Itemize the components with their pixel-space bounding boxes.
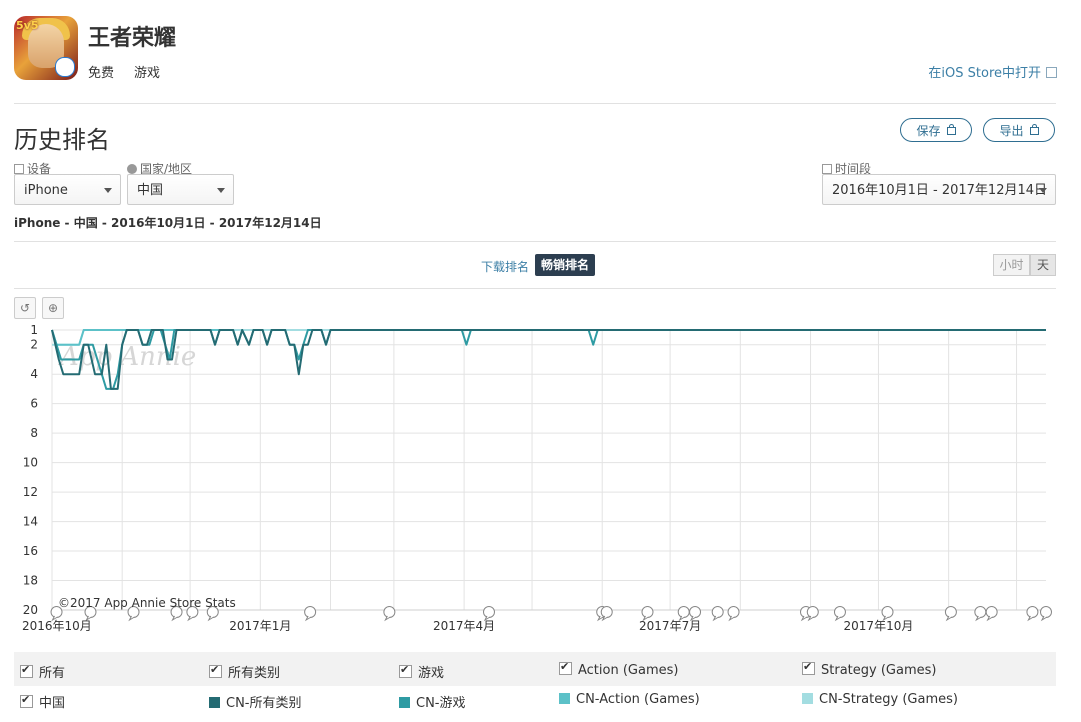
- legend-strategy-label: Strategy (Games): [821, 663, 937, 678]
- series-cn-games-label: CN-游戏: [416, 696, 466, 711]
- legend-games-label: 游戏: [418, 666, 445, 681]
- legend-country-label: 中国: [39, 696, 66, 711]
- event-marker-icon[interactable]: [833, 606, 846, 622]
- legend-action[interactable]: Action (Games): [559, 660, 679, 678]
- swatch-all-categories: [209, 697, 220, 708]
- marker-bubble: [641, 606, 654, 618]
- event-marker-icon[interactable]: [711, 606, 724, 622]
- y-tick-label: 20: [23, 603, 38, 617]
- series-cn-strategy-label: CN-Strategy (Games): [819, 692, 958, 707]
- series-line-1: [51, 329, 1046, 390]
- legend-action-label: Action (Games): [578, 663, 679, 678]
- y-tick-label: 12: [23, 485, 38, 499]
- checkbox-icon[interactable]: [399, 663, 412, 678]
- x-tick-label: 2017年1月: [229, 619, 291, 633]
- y-tick-label: 8: [30, 426, 38, 440]
- checkbox-icon[interactable]: [20, 693, 33, 708]
- rank-chart[interactable]: App Annie 12 4 6 8 10 12 14 16 18 20 2016年10月 2017…: [0, 0, 1081, 650]
- x-tick-label: 2017年7月: [639, 619, 701, 633]
- event-marker-icon[interactable]: [974, 606, 987, 622]
- checkbox-icon[interactable]: [209, 663, 222, 678]
- legend-games[interactable]: 游戏: [399, 662, 444, 681]
- chart-grid: [51, 329, 1046, 611]
- marker-bubble: [689, 606, 702, 618]
- event-marker-icon[interactable]: [304, 606, 317, 622]
- series-cn-all-categories[interactable]: CN-所有类别: [209, 692, 302, 711]
- legend-all-categories-label: 所有类别: [228, 666, 281, 681]
- y-tick-label: 2: [30, 338, 38, 352]
- y-tick-label: 6: [30, 397, 38, 411]
- y-tick-label: 16: [23, 544, 38, 558]
- marker-bubble: [711, 606, 724, 618]
- event-marker-icon[interactable]: [881, 606, 894, 622]
- chart-credit: ©2017 App Annie Store Stats: [58, 596, 236, 610]
- event-marker-icon[interactable]: [985, 606, 998, 622]
- checkbox-icon[interactable]: [559, 660, 572, 675]
- marker-bubble: [304, 606, 317, 618]
- y-tick-label: 14: [23, 515, 38, 529]
- event-marker-icon[interactable]: [1040, 606, 1052, 622]
- event-marker-icon[interactable]: [600, 606, 613, 622]
- marker-bubble: [944, 606, 957, 618]
- marker-bubble: [600, 606, 613, 618]
- checkbox-icon[interactable]: [802, 660, 815, 675]
- series-cn-strategy[interactable]: CN-Strategy (Games): [802, 692, 958, 707]
- x-tick-label: 2016年10月: [22, 619, 92, 633]
- legend-all-categories[interactable]: 所有类别: [209, 662, 280, 681]
- marker-bubble: [677, 606, 690, 618]
- y-axis-labels: 12 4 6 8 10 12 14 16 18 20: [23, 323, 38, 617]
- x-tick-label: 2017年10月: [844, 619, 914, 633]
- swatch-games: [399, 697, 410, 708]
- y-tick-label: 1: [30, 323, 38, 337]
- marker-bubble: [806, 606, 819, 618]
- x-tick-label: 2017年4月: [433, 619, 495, 633]
- event-marker-icon[interactable]: [727, 606, 740, 622]
- event-marker-icon[interactable]: [641, 606, 654, 622]
- series-cn-action[interactable]: CN-Action (Games): [559, 692, 700, 707]
- event-marker-icon[interactable]: [383, 606, 396, 622]
- marker-bubble: [974, 606, 987, 618]
- checkbox-icon[interactable]: [20, 663, 33, 678]
- marker-bubble: [727, 606, 740, 618]
- series-cn-all-categories-label: CN-所有类别: [226, 696, 302, 711]
- marker-bubble: [383, 606, 396, 618]
- marker-bubble: [1026, 606, 1039, 618]
- event-marker-icon[interactable]: [806, 606, 819, 622]
- swatch-strategy: [802, 693, 813, 704]
- legend-all-label: 所有: [39, 666, 66, 681]
- event-marker-icon[interactable]: [944, 606, 957, 622]
- marker-bubble: [985, 606, 998, 618]
- legend-all[interactable]: 所有: [20, 662, 65, 681]
- legend-country[interactable]: 中国: [20, 692, 65, 711]
- series-line-2: [51, 329, 1046, 390]
- x-axis-labels: 2016年10月 2017年1月 2017年4月 2017年7月 2017年10月: [22, 619, 913, 633]
- y-tick-label: 10: [23, 456, 38, 470]
- marker-bubble: [881, 606, 894, 618]
- chart-series: [51, 329, 1046, 390]
- marker-bubble: [833, 606, 846, 618]
- legend-strategy[interactable]: Strategy (Games): [802, 660, 937, 678]
- series-cn-action-label: CN-Action (Games): [576, 692, 700, 707]
- event-marker-icon[interactable]: [689, 606, 702, 622]
- y-tick-label: 4: [30, 367, 38, 381]
- series-cn-games[interactable]: CN-游戏: [399, 692, 466, 711]
- marker-bubble: [482, 606, 495, 618]
- swatch-action: [559, 693, 570, 704]
- event-marker-icon[interactable]: [1026, 606, 1039, 622]
- marker-bubble: [1040, 606, 1052, 618]
- app-annie-watermark: App Annie: [58, 342, 196, 372]
- event-marker-icon[interactable]: [677, 606, 690, 622]
- event-marker-icon[interactable]: [482, 606, 495, 622]
- series-line-4: [52, 329, 1046, 346]
- y-tick-label: 18: [23, 574, 38, 588]
